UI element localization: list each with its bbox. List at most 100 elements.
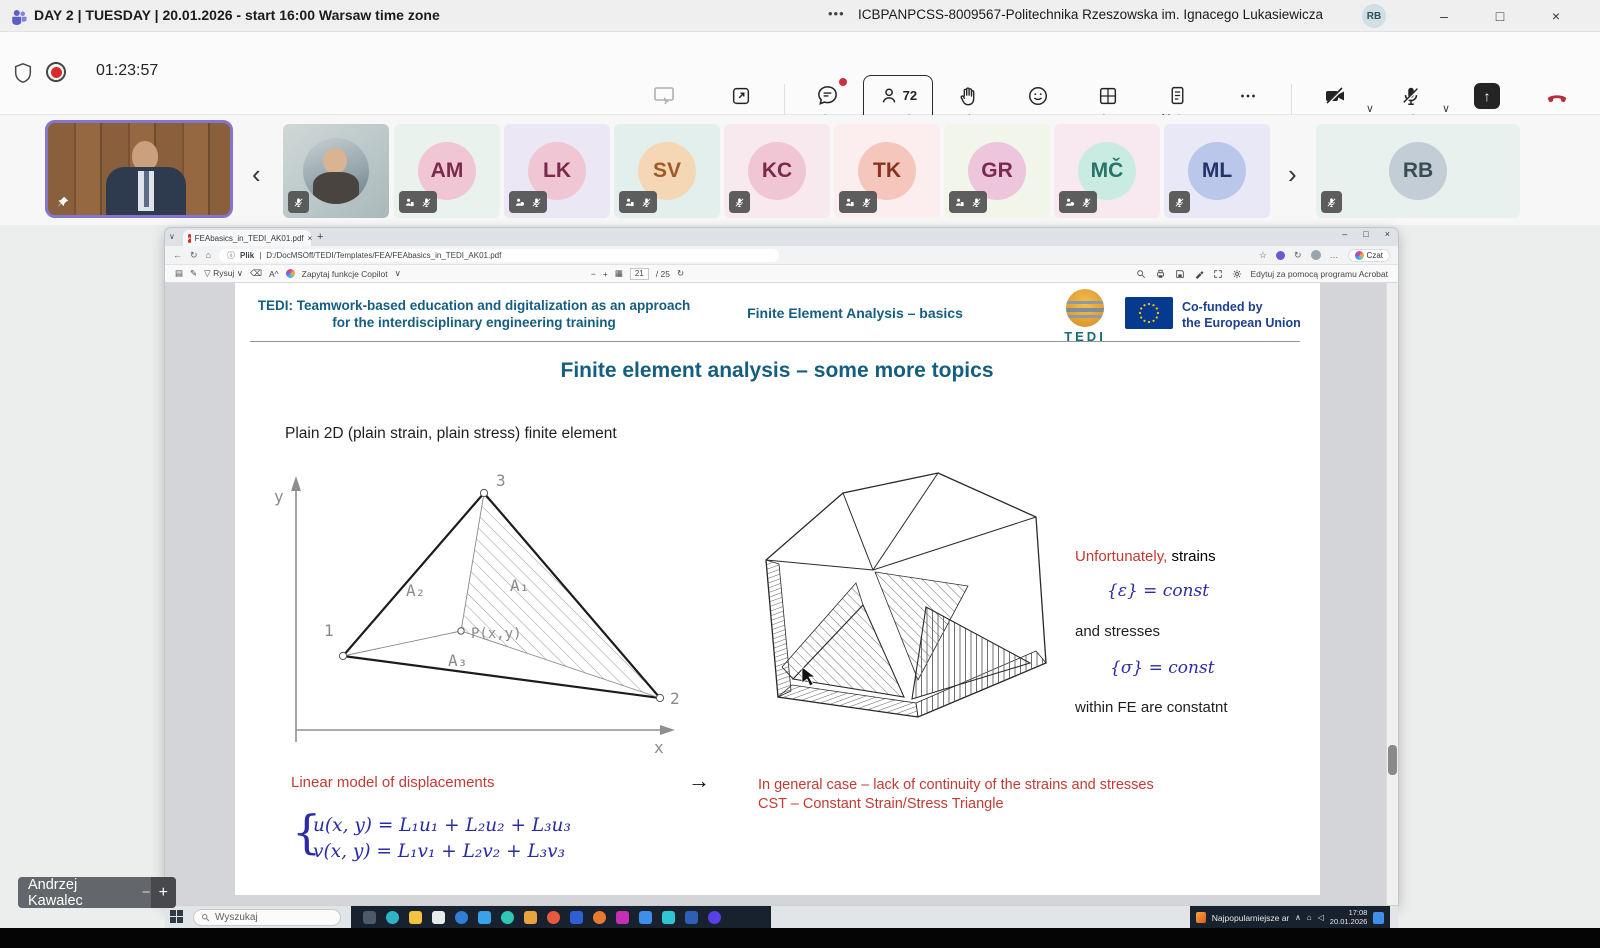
presenter-minimize-icon[interactable]: −	[142, 884, 151, 901]
taskbar-app-icon[interactable]	[708, 911, 721, 924]
draw-tool[interactable]: ▽ Rysuj ∨	[204, 268, 243, 279]
muted-mic-icon	[1326, 197, 1337, 208]
draw-highlight-icon[interactable]	[1194, 269, 1204, 279]
tab-close-icon[interactable]: ×	[308, 234, 313, 243]
participant-tile[interactable]: ML	[1164, 124, 1270, 218]
highlighter-icon[interactable]: ✎	[190, 268, 197, 279]
camera-off-icon	[1323, 84, 1347, 108]
tray-volume-icon[interactable]: ◁	[1318, 913, 1324, 922]
address-field[interactable]: ⓘ Plik | D:/DocMSOff/TEDI/Templates/FEA/…	[219, 249, 779, 262]
taskbar-app-icon[interactable]	[455, 911, 468, 924]
browser-minimize-icon[interactable]: –	[1342, 229, 1347, 239]
news-widget-text[interactable]: Najpopularniejsze art...	[1212, 913, 1289, 923]
fit-page-icon[interactable]: ▦	[615, 268, 623, 279]
taskbar-app-icon[interactable]	[432, 911, 445, 924]
page-info-icon[interactable]: ⓘ	[227, 250, 235, 261]
leave-icon	[1544, 85, 1570, 107]
title-more-icon[interactable]: •••	[828, 6, 845, 21]
participant-tile[interactable]: LK	[504, 124, 610, 218]
zoom-in-icon[interactable]: +	[603, 269, 608, 279]
taskbar-app-icon[interactable]	[662, 911, 675, 924]
maximize-button[interactable]: □	[1478, 0, 1522, 31]
refresh-icon[interactable]: ↻	[190, 250, 198, 261]
participant-photo-tile[interactable]	[283, 124, 389, 218]
participant-tile[interactable]: RB	[1316, 124, 1520, 218]
page-number-field[interactable]: 21	[630, 268, 649, 280]
strip-scroll-left-icon[interactable]: ‹	[252, 159, 261, 190]
taskbar-app-icon[interactable]	[570, 911, 583, 924]
taskbar-app-icon[interactable]	[478, 911, 491, 924]
tray-expand-icon[interactable]: ∧	[1295, 913, 1301, 922]
close-button[interactable]: ×	[1534, 0, 1578, 31]
favorites-star-icon[interactable]: ☆	[1259, 250, 1267, 261]
participant-tile[interactable]: GR	[944, 124, 1050, 218]
participant-status-badge	[619, 191, 657, 213]
taskbar-app-icon[interactable]	[593, 911, 606, 924]
participant-tile[interactable]: SV	[614, 124, 720, 218]
settings-gear-icon[interactable]	[1232, 269, 1242, 279]
browser-tab[interactable]: P FEAbasics_in_TEDI_AK01.pdf ×	[183, 230, 311, 246]
taskbar-app-icon[interactable]	[616, 911, 629, 924]
fullscreen-icon[interactable]	[1213, 269, 1223, 279]
text-size-icon[interactable]: A^	[269, 269, 279, 279]
copilot-ask-button[interactable]: Zapytaj funkcje Copilot ∨	[286, 268, 401, 279]
and-stresses-text: and stresses	[1075, 623, 1160, 640]
taskbar-app-icon[interactable]	[409, 911, 422, 924]
tab-search-chevron-icon[interactable]: ∨	[169, 232, 175, 241]
presenter-name-pill: Andrzej Kawalec − +	[18, 877, 176, 908]
browser-close-icon[interactable]: ×	[1385, 229, 1390, 239]
presenter-expand-icon[interactable]: +	[151, 877, 176, 908]
tray-network-icon[interactable]: ⌂	[1307, 913, 1312, 922]
attendee-icon	[954, 197, 965, 208]
avatar[interactable]: RB	[1362, 4, 1386, 28]
save-icon[interactable]	[1175, 269, 1185, 279]
news-widget-icon[interactable]	[1196, 912, 1206, 923]
participant-tile[interactable]: TK	[834, 124, 940, 218]
taskbar-clock[interactable]: 17:08 20.01.2026	[1330, 909, 1368, 926]
taskbar-app-icon[interactable]	[685, 911, 698, 924]
taskbar-app-icon[interactable]	[501, 911, 514, 924]
taskbar-app-icon[interactable]	[547, 911, 560, 924]
minimize-button[interactable]: –	[1422, 0, 1466, 31]
strip-scroll-right-icon[interactable]: ›	[1288, 159, 1297, 190]
participant-tile[interactable]: KC	[724, 124, 830, 218]
browser-window: ∨ P FEAbasics_in_TEDI_AK01.pdf × + – □ ×…	[165, 228, 1398, 905]
start-button[interactable]	[170, 910, 185, 925]
participant-strip: ‹ AM LK	[0, 115, 1600, 225]
taskbar-search[interactable]: Wyszukaj	[193, 909, 341, 926]
taskbar-app-icon[interactable]	[386, 911, 399, 924]
tab-title: FEAbasics_in_TEDI_AK01.pdf	[195, 234, 304, 243]
rotate-icon[interactable]: ↻	[677, 268, 684, 279]
participant-status-badge	[839, 191, 877, 213]
new-tab-button[interactable]: +	[317, 231, 323, 243]
taskbar-app-icon[interactable]	[363, 911, 376, 924]
attendee-info-icon	[1064, 197, 1075, 208]
home-icon[interactable]: ⌂	[206, 250, 211, 260]
zoom-out-icon[interactable]: −	[591, 269, 596, 279]
general-case-line1: In general case – lack of continuity of …	[758, 776, 1154, 795]
search-icon[interactable]	[1136, 269, 1146, 279]
pdf-scrollbar[interactable]	[1386, 283, 1398, 905]
participant-status-badge	[399, 191, 437, 213]
axis-y-label: y	[274, 487, 284, 506]
copilot-chat-button[interactable]: Czat	[1348, 249, 1390, 262]
edit-acrobat-button[interactable]: Edytuj za pomocą programu Acrobat	[1251, 269, 1389, 279]
pinned-video-tile[interactable]	[45, 120, 233, 218]
eraser-icon[interactable]: ⌫	[250, 268, 262, 279]
extension-icon[interactable]	[1276, 251, 1285, 260]
participant-tile[interactable]: MČ	[1054, 124, 1160, 218]
browser-more-icon[interactable]: …	[1330, 250, 1339, 260]
profile-avatar-icon[interactable]	[1311, 250, 1321, 260]
refresh2-icon[interactable]: ↻	[1294, 250, 1302, 261]
print-icon[interactable]	[1155, 269, 1166, 279]
back-icon[interactable]: ←	[173, 250, 182, 260]
browser-restore-icon[interactable]: □	[1363, 229, 1368, 239]
raise-hand-icon	[957, 85, 979, 107]
participant-tile[interactable]: AM	[394, 124, 500, 218]
equation-u: u(x, y) = L₁u₁ + L₂u₂ + L₃u₃	[313, 813, 571, 839]
taskbar-app-icon[interactable]	[639, 911, 652, 924]
taskbar-app-icon[interactable]	[524, 911, 537, 924]
pdf-scrollbar-thumb[interactable]	[1388, 745, 1397, 775]
sidebar-panes-icon[interactable]: ▤	[175, 268, 183, 279]
notification-center-icon[interactable]	[1373, 912, 1384, 924]
